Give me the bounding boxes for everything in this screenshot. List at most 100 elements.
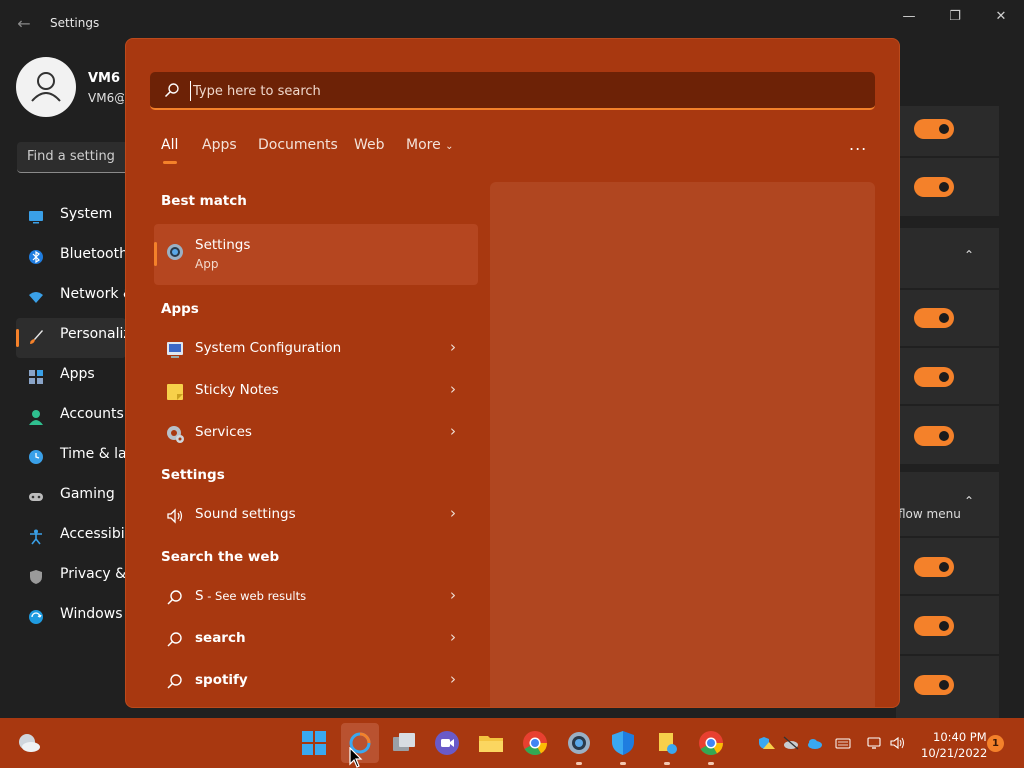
search-icon	[164, 83, 179, 98]
chevron-up-icon[interactable]: ⌃	[964, 494, 974, 508]
settings-card	[896, 290, 999, 346]
defender-shield-icon[interactable]	[609, 729, 637, 757]
clock-time[interactable]: 10:40 PM	[933, 730, 987, 744]
settings-nav: System Bluetooth Network & Personaliz Ap…	[16, 198, 138, 638]
accessibility-icon	[30, 529, 42, 545]
nav-item-accounts[interactable]: Accounts	[16, 398, 126, 438]
avatar[interactable]	[16, 57, 76, 117]
toggle-switch[interactable]	[914, 308, 954, 328]
notification-badge[interactable]: 1	[987, 735, 1004, 752]
clock-date[interactable]: 10/21/2022	[921, 746, 987, 760]
settings-card	[896, 158, 999, 216]
nav-label: Network &	[60, 286, 134, 302]
toggle-switch[interactable]	[914, 119, 954, 139]
chevron-right-icon[interactable]: ›	[450, 338, 456, 356]
mouse-cursor-icon	[349, 747, 363, 768]
file-explorer-icon[interactable]	[477, 729, 505, 757]
settings-gear-icon[interactable]	[565, 729, 593, 757]
volume-icon[interactable]	[890, 736, 906, 750]
result-services[interactable]: Services ›	[154, 413, 478, 453]
result-sticky-notes[interactable]: Sticky Notes ›	[154, 371, 478, 411]
chrome-icon[interactable]	[521, 729, 549, 757]
tab-all[interactable]: All	[161, 137, 178, 164]
shield-icon	[30, 570, 42, 584]
user-email: VM6@	[88, 91, 124, 105]
network-icon[interactable]	[866, 736, 882, 750]
search-icon	[167, 674, 182, 689]
settings-card-header[interactable]: flow menu ⌃	[896, 472, 999, 536]
toggle-switch[interactable]	[914, 367, 954, 387]
web-suffix: - See web results	[203, 589, 307, 603]
gear-icon	[167, 244, 183, 260]
security-tray-icon[interactable]	[759, 736, 775, 750]
chevron-right-icon[interactable]: ›	[450, 504, 456, 522]
tab-more-label: More	[406, 137, 441, 153]
monitor-icon	[29, 211, 43, 224]
minimize-button[interactable]: —	[895, 8, 923, 26]
toggle-switch[interactable]	[914, 177, 954, 197]
close-button[interactable]: ✕	[987, 8, 1015, 26]
nav-item-privacy[interactable]: Privacy & s	[16, 558, 138, 598]
result-system-configuration[interactable]: System Configuration ›	[154, 329, 478, 369]
sticky-notes-icon[interactable]	[653, 729, 681, 757]
web-result-search[interactable]: search ›	[154, 619, 478, 659]
nav-item-gaming[interactable]: Gaming	[16, 478, 126, 518]
task-view-icon[interactable]	[390, 729, 418, 757]
toggle-switch[interactable]	[914, 557, 954, 577]
result-label: S - See web results	[195, 588, 306, 604]
result-label: Sticky Notes	[195, 382, 279, 398]
tab-documents[interactable]: Documents	[258, 137, 338, 153]
find-setting-input[interactable]: Find a setting	[17, 142, 137, 173]
onedrive-off-icon[interactable]	[783, 736, 799, 750]
best-match-heading: Best match	[161, 193, 247, 209]
best-match-settings[interactable]: Settings App	[154, 224, 478, 285]
back-button[interactable]: ←	[12, 12, 36, 36]
nav-item-apps[interactable]: Apps	[16, 358, 126, 398]
toggle-switch[interactable]	[914, 675, 954, 695]
chevron-right-icon[interactable]: ›	[450, 586, 456, 604]
user-name: VM6	[88, 71, 121, 86]
chrome-icon[interactable]	[697, 729, 725, 757]
nav-item-windows-update[interactable]: Windows U	[16, 598, 137, 638]
result-sound-settings[interactable]: Sound settings ›	[154, 495, 478, 535]
settings-card	[896, 538, 999, 594]
nav-item-bluetooth[interactable]: Bluetooth	[16, 238, 128, 278]
more-options-button[interactable]: ...	[849, 135, 867, 154]
nav-item-system[interactable]: System	[16, 198, 126, 238]
toggle-switch[interactable]	[914, 426, 954, 446]
chevron-right-icon[interactable]: ›	[450, 670, 456, 688]
chevron-right-icon[interactable]: ›	[450, 422, 456, 440]
search-input[interactable]	[190, 81, 790, 101]
tab-apps[interactable]: Apps	[202, 137, 237, 153]
chevron-right-icon[interactable]: ›	[450, 628, 456, 646]
onedrive-icon[interactable]	[807, 736, 823, 750]
nav-label: Time & lar	[60, 446, 133, 462]
nav-item-network[interactable]: Network &	[16, 278, 134, 318]
nav-label: Gaming	[60, 486, 115, 502]
search-box[interactable]	[150, 72, 875, 110]
system-configuration-icon	[167, 342, 183, 358]
teams-chat-icon[interactable]	[433, 729, 461, 757]
chevron-up-icon[interactable]: ⌃	[964, 248, 974, 262]
keyboard-icon[interactable]	[835, 736, 851, 750]
nav-item-accessibility[interactable]: Accessibilit	[16, 518, 138, 558]
nav-label: Apps	[60, 366, 95, 382]
running-indicator	[708, 762, 714, 765]
settings-card-header[interactable]: ⌃	[896, 228, 999, 288]
tab-more[interactable]: More ⌄	[406, 137, 454, 153]
chevron-right-icon[interactable]: ›	[450, 380, 456, 398]
tab-web[interactable]: Web	[354, 137, 385, 153]
web-result-spotify[interactable]: spotify ›	[154, 661, 478, 701]
nav-item-personalization[interactable]: Personaliz	[16, 318, 131, 358]
web-result-s[interactable]: S - See web results ›	[154, 577, 478, 617]
search-web-heading: Search the web	[161, 549, 280, 565]
settings-card	[896, 348, 999, 404]
nav-item-time-language[interactable]: Time & lar	[16, 438, 132, 478]
toggle-switch[interactable]	[914, 616, 954, 636]
weather-icon[interactable]	[15, 729, 43, 757]
running-indicator	[576, 762, 582, 765]
windows-start-icon[interactable]	[300, 729, 328, 757]
taskbar: 10:40 PM 10/21/2022 1	[0, 718, 1024, 768]
gamepad-icon	[29, 493, 43, 501]
maximize-button[interactable]: ❐	[941, 8, 969, 26]
